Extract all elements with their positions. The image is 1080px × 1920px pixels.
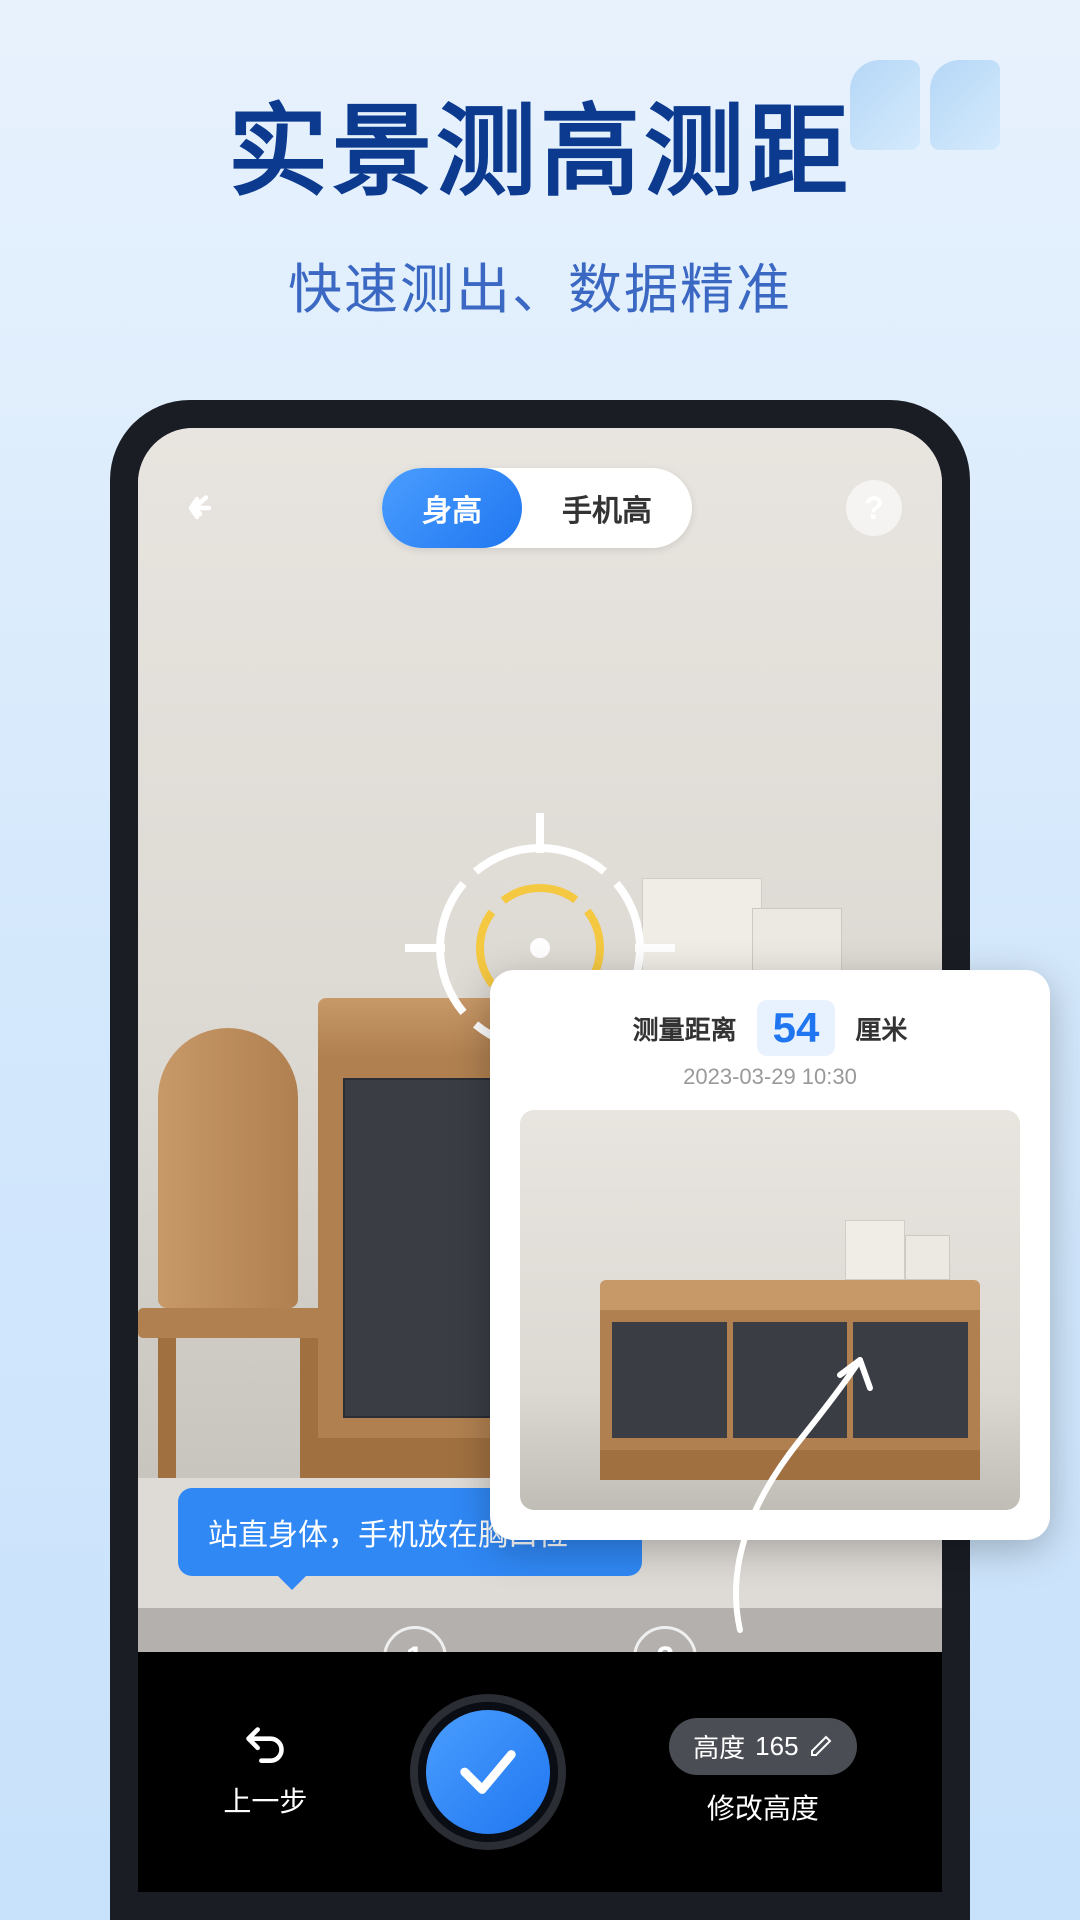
height-label: 高度 xyxy=(693,1728,745,1765)
tab-body-height[interactable]: 身高 xyxy=(382,468,522,548)
modify-height-button[interactable]: 高度 165 修改高度 xyxy=(669,1718,856,1827)
back-button[interactable] xyxy=(178,483,228,533)
result-label: 测量距离 xyxy=(633,1010,737,1047)
result-thumbnail xyxy=(520,1110,1020,1510)
top-bar: 身高 手机高 ? xyxy=(138,468,942,548)
undo-icon xyxy=(243,1724,287,1768)
check-icon xyxy=(453,1737,523,1807)
scene-chair xyxy=(138,1028,338,1478)
height-pill: 高度 165 xyxy=(669,1718,856,1775)
mode-tabs: 身高 手机高 xyxy=(382,468,692,548)
result-unit: 厘米 xyxy=(855,1010,907,1047)
prev-label: 上一步 xyxy=(223,1780,307,1820)
prev-button[interactable]: 上一步 xyxy=(223,1724,307,1820)
modify-label: 修改高度 xyxy=(707,1787,819,1827)
promo-subtitle: 快速测出、数据精准 xyxy=(0,245,1080,324)
capture-button[interactable] xyxy=(418,1702,558,1842)
help-button[interactable]: ? xyxy=(846,480,902,536)
edit-icon xyxy=(809,1734,833,1758)
result-value: 54 xyxy=(757,1000,836,1056)
decorative-quotes xyxy=(850,60,1000,150)
height-value: 165 xyxy=(755,1731,798,1762)
tab-phone-height[interactable]: 手机高 xyxy=(522,468,692,548)
result-timestamp: 2023-03-29 10:30 xyxy=(520,1064,1020,1090)
bottom-toolbar: 上一步 高度 165 修改高度 xyxy=(138,1652,942,1892)
result-popup: 测量距离 54 厘米 2023-03-29 10:30 xyxy=(490,970,1050,1540)
